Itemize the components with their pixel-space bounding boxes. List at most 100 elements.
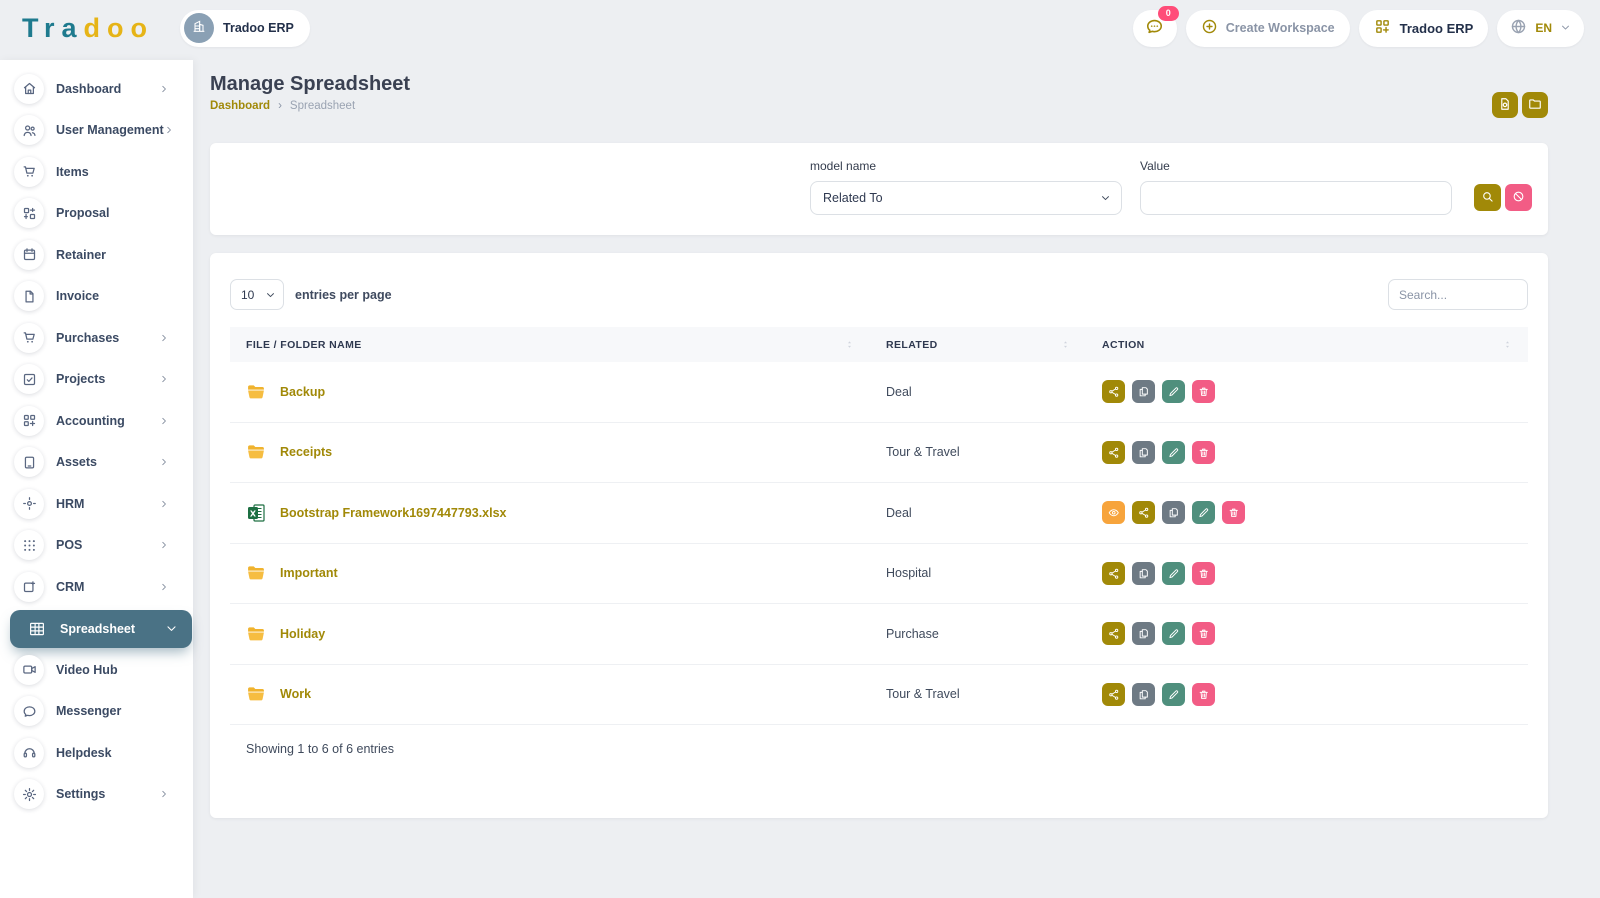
- sidebar-item-items[interactable]: Items: [0, 151, 193, 193]
- folder-name-link[interactable]: Backup: [280, 385, 325, 399]
- breadcrumb: Dashboard › Spreadsheet: [210, 100, 1548, 112]
- edit-button[interactable]: [1162, 441, 1185, 464]
- file-name-link[interactable]: Bootstrap Framework1697447793.xlsx: [280, 506, 507, 520]
- copy-button[interactable]: [1162, 501, 1185, 524]
- folder-icon: [246, 684, 266, 704]
- add-folder-button[interactable]: [1522, 92, 1548, 118]
- folder-icon: [246, 382, 266, 402]
- trash-icon: [1198, 386, 1210, 398]
- entries-per-page-select[interactable]: 10: [230, 279, 284, 310]
- sidebar-item-projects[interactable]: Projects: [0, 359, 193, 401]
- erp-menu-button[interactable]: Tradoo ERP: [1359, 10, 1489, 47]
- delete-button[interactable]: [1192, 683, 1215, 706]
- chat-notifications-button[interactable]: 0: [1133, 10, 1177, 47]
- table-search-input[interactable]: [1388, 279, 1528, 310]
- folder-icon: [246, 624, 266, 644]
- delete-button[interactable]: [1192, 562, 1215, 585]
- page-title: Manage Spreadsheet: [210, 73, 1548, 96]
- sidebar-item-accounting[interactable]: Accounting: [0, 400, 193, 442]
- sidebar-item-proposal[interactable]: Proposal: [0, 193, 193, 235]
- copy-button[interactable]: [1132, 683, 1155, 706]
- copy-button[interactable]: [1132, 562, 1155, 585]
- column-header-action[interactable]: ACTION: [1086, 327, 1528, 362]
- table-row: HolidayPurchase: [230, 604, 1528, 665]
- per-page-select-wrap: 10: [230, 279, 284, 310]
- model-name-select[interactable]: Related To: [810, 181, 1122, 215]
- delete-button[interactable]: [1192, 622, 1215, 645]
- delete-button[interactable]: [1192, 380, 1215, 403]
- file-icon: [1498, 97, 1512, 114]
- add-file-button[interactable]: [1492, 92, 1518, 118]
- share-button[interactable]: [1102, 441, 1125, 464]
- copy-button[interactable]: [1132, 441, 1155, 464]
- sidebar: DashboardUser ManagementItemsProposalRet…: [0, 60, 193, 898]
- share-button[interactable]: [1102, 683, 1125, 706]
- column-label: ACTION: [1102, 339, 1145, 351]
- folder-name-link[interactable]: Important: [280, 566, 338, 580]
- filter-clear-button[interactable]: [1505, 184, 1532, 211]
- sidebar-item-purchases[interactable]: Purchases: [0, 317, 193, 359]
- sidebar-item-pos[interactable]: POS: [0, 525, 193, 567]
- folder-name-link[interactable]: Receipts: [280, 445, 332, 459]
- sidebar-item-invoice[interactable]: Invoice: [0, 276, 193, 318]
- share-button[interactable]: [1132, 501, 1155, 524]
- sort-icon: [1503, 338, 1512, 351]
- edit-button[interactable]: [1162, 562, 1185, 585]
- crosshair-icon: [14, 489, 44, 519]
- breadcrumb-dashboard-link[interactable]: Dashboard: [210, 100, 270, 112]
- value-input[interactable]: [1140, 181, 1452, 215]
- eye-icon: [1108, 507, 1120, 519]
- trash-icon: [1228, 507, 1240, 519]
- sidebar-item-video-hub[interactable]: Video Hub: [0, 649, 193, 691]
- chevron-down-icon: [1560, 21, 1571, 36]
- create-workspace-button[interactable]: Create Workspace: [1186, 10, 1350, 47]
- delete-button[interactable]: [1192, 441, 1215, 464]
- sidebar-item-spreadsheet[interactable]: Spreadsheet: [10, 610, 192, 648]
- cell-file-folder-name: Holiday: [230, 624, 870, 644]
- cell-action: [1086, 380, 1528, 403]
- sidebar-item-hrm[interactable]: HRM: [0, 483, 193, 525]
- copy-button[interactable]: [1132, 380, 1155, 403]
- topbar: Tradoo Tradoo ERP 0 Create Workspace Tra…: [0, 0, 1600, 56]
- column-header-file-folder-name[interactable]: FILE / FOLDER NAME: [230, 327, 870, 362]
- app-root: Tradoo Tradoo ERP 0 Create Workspace Tra…: [0, 0, 1600, 898]
- column-label: RELATED: [886, 339, 938, 351]
- cell-action: [1086, 622, 1528, 645]
- filter-search-button[interactable]: [1474, 184, 1501, 211]
- column-header-related[interactable]: RELATED: [870, 327, 1086, 362]
- view-button[interactable]: [1102, 501, 1125, 524]
- gear-icon: [14, 779, 44, 809]
- edit-button[interactable]: [1162, 380, 1185, 403]
- share-button[interactable]: [1102, 622, 1125, 645]
- pencil-icon: [1168, 386, 1180, 398]
- workspace-badge[interactable]: Tradoo ERP: [180, 10, 310, 47]
- edit-button[interactable]: [1192, 501, 1215, 524]
- folder-name-link[interactable]: Work: [280, 687, 311, 701]
- folder-icon: [246, 563, 266, 583]
- workspace-avatar: [184, 13, 214, 43]
- chevron-right-icon: [159, 333, 169, 343]
- share-button[interactable]: [1102, 380, 1125, 403]
- sidebar-item-retainer[interactable]: Retainer: [0, 234, 193, 276]
- sidebar-item-dashboard[interactable]: Dashboard: [0, 68, 193, 110]
- share-icon: [1108, 447, 1120, 459]
- delete-button[interactable]: [1222, 501, 1245, 524]
- file-icon: [14, 281, 44, 311]
- folder-name-link[interactable]: Holiday: [280, 627, 325, 641]
- globe-icon: [1510, 18, 1527, 38]
- home-icon: [14, 74, 44, 104]
- sidebar-item-user-management[interactable]: User Management: [0, 110, 193, 152]
- sidebar-item-messenger[interactable]: Messenger: [0, 691, 193, 733]
- share-button[interactable]: [1102, 562, 1125, 585]
- copy-button[interactable]: [1132, 622, 1155, 645]
- sidebar-item-assets[interactable]: Assets: [0, 442, 193, 484]
- chevron-right-icon: [159, 84, 169, 94]
- sidebar-item-crm[interactable]: CRM: [0, 566, 193, 608]
- sidebar-item-label: Messenger: [56, 704, 121, 718]
- sidebar-item-settings[interactable]: Settings: [0, 774, 193, 816]
- edit-button[interactable]: [1162, 622, 1185, 645]
- sidebar-item-helpdesk[interactable]: Helpdesk: [0, 732, 193, 774]
- pencil-icon: [1168, 689, 1180, 701]
- language-selector[interactable]: EN: [1497, 10, 1584, 47]
- edit-button[interactable]: [1162, 683, 1185, 706]
